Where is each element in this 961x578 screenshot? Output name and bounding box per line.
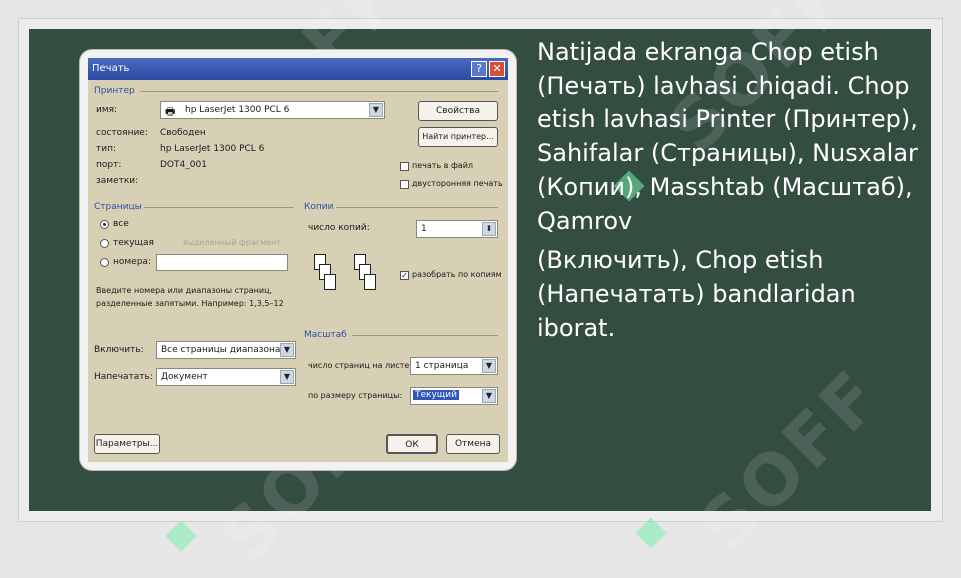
print-to-file-label[interactable]: печать в файл <box>412 161 473 170</box>
scale-to-value: Текущий <box>413 390 459 400</box>
properties-button[interactable]: Свойства <box>418 101 498 121</box>
dialog-title: Печать <box>92 63 130 74</box>
pages-all-radio[interactable] <box>100 220 109 229</box>
printer-group-label: Принтер <box>94 86 135 96</box>
chevron-down-icon[interactable]: ▼ <box>482 389 496 403</box>
watermark-logo-mark <box>165 520 197 552</box>
port-label: порт: <box>96 160 122 170</box>
collate-sheet <box>364 274 376 290</box>
pages-per-sheet-label: число страниц на листе: <box>308 361 412 370</box>
pages-current-label[interactable]: текущая <box>113 238 154 248</box>
printer-group-line <box>140 91 498 92</box>
find-printer-button[interactable]: Найти принтер... <box>418 127 498 147</box>
copies-count-label: число копий: <box>308 223 370 233</box>
print-dialog: Печать ? ✕ Принтер имя: 🖶 hp LaserJet 13… <box>88 58 508 462</box>
collate-checkbox[interactable]: ✓ <box>400 271 409 280</box>
slide-paragraph-2: (Включить), Chop etish (Напечатать) band… <box>537 246 856 342</box>
pages-numbers-input[interactable] <box>156 254 288 271</box>
zoom-group-label: Масштаб <box>304 330 347 340</box>
include-select[interactable]: Все страницы диапазона ▼ <box>156 341 296 359</box>
print-what-label: Напечатать: <box>94 372 153 382</box>
pages-group-label: Страницы <box>94 202 142 212</box>
collate-sheet <box>324 274 336 290</box>
dialog-image-frame: Печать ? ✕ Принтер имя: 🖶 hp LaserJet 13… <box>80 50 516 470</box>
watermark-logo-mark <box>635 517 667 549</box>
copies-group-line <box>336 207 498 208</box>
collate-label[interactable]: разобрать по копиям <box>412 270 502 279</box>
slide-text: Natijada ekranga Chop etish (Печать) lav… <box>537 36 922 345</box>
duplex-label[interactable]: двусторонняя печать <box>412 179 503 188</box>
copies-count-input[interactable]: 1 ⬍ <box>416 220 498 238</box>
pages-selection-label: выделенный фрагмент <box>183 238 281 247</box>
pages-per-sheet-value: 1 страница <box>415 361 469 371</box>
close-icon[interactable]: ✕ <box>489 61 505 77</box>
port-value: DOT4_001 <box>160 160 207 170</box>
pages-numbers-radio[interactable] <box>100 258 109 267</box>
print-to-file-checkbox[interactable] <box>400 162 409 171</box>
pages-hint: Введите номера или диапазоны страниц, ра… <box>96 286 284 308</box>
help-icon[interactable]: ? <box>471 61 487 77</box>
include-value: Все страницы диапазона <box>161 345 281 355</box>
options-button[interactable]: Параметры... <box>94 434 160 454</box>
zoom-group-line <box>352 335 498 336</box>
pages-group-line <box>144 207 294 208</box>
type-value: hp LaserJet 1300 PCL 6 <box>160 144 265 154</box>
chevron-down-icon[interactable]: ▼ <box>369 103 383 117</box>
pages-per-sheet-select[interactable]: 1 страница ▼ <box>410 357 498 375</box>
include-label: Включить: <box>94 345 144 355</box>
type-label: тип: <box>96 144 117 154</box>
pages-numbers-label[interactable]: номера: <box>113 257 151 267</box>
spinner-icon[interactable]: ⬍ <box>482 222 496 236</box>
scale-to-label: по размеру страницы: <box>308 391 403 400</box>
copies-count-value: 1 <box>421 224 427 234</box>
duplex-checkbox[interactable] <box>400 180 409 189</box>
printer-name-value: hp LaserJet 1300 PCL 6 <box>185 105 290 115</box>
chevron-down-icon[interactable]: ▼ <box>280 370 294 384</box>
scale-to-select[interactable]: Текущий ▼ <box>410 387 498 405</box>
dialog-titlebar[interactable]: Печать ? ✕ <box>88 58 508 80</box>
printer-name-select[interactable]: 🖶 hp LaserJet 1300 PCL 6 ▼ <box>160 101 385 119</box>
collate-pages-icon <box>310 254 390 310</box>
printer-name-label: имя: <box>96 105 118 115</box>
chevron-down-icon[interactable]: ▼ <box>482 359 496 373</box>
chevron-down-icon[interactable]: ▼ <box>280 343 294 357</box>
status-label: состояние: <box>96 128 148 138</box>
ok-button[interactable]: ОК <box>386 434 438 454</box>
print-what-select[interactable]: Документ ▼ <box>156 368 296 386</box>
pages-current-radio[interactable] <box>100 239 109 248</box>
cancel-button[interactable]: Отмена <box>446 434 500 454</box>
slide-paragraph-1: Natijada ekranga Chop etish (Печать) lav… <box>537 38 918 235</box>
copies-group-label: Копии <box>304 202 334 212</box>
pages-all-label[interactable]: все <box>113 219 129 229</box>
printer-icon: 🖶 <box>165 105 176 118</box>
print-what-value: Документ <box>161 372 208 382</box>
notes-label: заметки: <box>96 176 139 186</box>
status-value: Свободен <box>160 128 206 138</box>
